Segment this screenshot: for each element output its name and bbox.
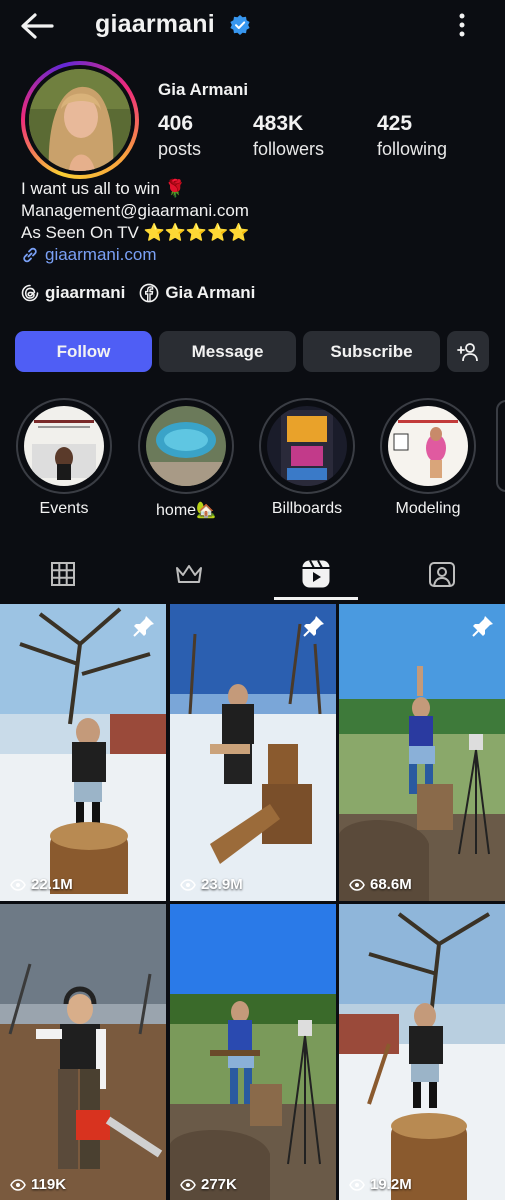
facebook-link[interactable]: Gia Armani (139, 283, 255, 303)
eye-icon (10, 878, 26, 891)
view-count-value: 22.1M (31, 876, 73, 893)
highlight-cover (388, 406, 468, 486)
view-count-value: 23.9M (201, 876, 243, 893)
stat-value: 406 (158, 112, 194, 135)
highlight-cover (24, 406, 104, 486)
highlight-home[interactable]: home🏡 (138, 398, 234, 520)
reel-thumbnail (170, 904, 336, 1200)
highlight-cover (267, 406, 347, 486)
posts-count[interactable]: 406 posts (158, 112, 201, 162)
social-links: giaarmani Gia Armani (21, 283, 255, 303)
reel-thumbnail (170, 604, 336, 901)
eye-icon (180, 878, 196, 891)
stat-label: followers (253, 139, 325, 159)
reel-thumbnail (339, 904, 505, 1200)
view-count-value: 277K (201, 1176, 237, 1193)
highlight-label: home🏡 (156, 502, 216, 519)
reel-tile[interactable]: 19.2M (339, 904, 505, 1200)
reel-thumbnail (0, 904, 166, 1200)
stat-value: 425 (377, 112, 413, 135)
suggested-accounts-button[interactable] (447, 331, 489, 372)
reel-tile[interactable]: 68.6M (339, 604, 505, 901)
reel-thumbnail (339, 604, 505, 901)
tab-subscriber-content[interactable] (147, 546, 231, 602)
threads-handle: giaarmani (45, 283, 126, 302)
highlight-label: Modeling (395, 500, 461, 517)
highlight-next-partial[interactable] (496, 400, 505, 492)
followers-count[interactable]: 483K followers (253, 112, 324, 162)
active-tab-indicator (274, 597, 358, 600)
top-bar: giaarmani (0, 0, 505, 52)
eye-icon (349, 1178, 365, 1191)
view-count: 19.2M (349, 1176, 412, 1193)
view-count: 22.1M (10, 876, 73, 893)
threads-link[interactable]: giaarmani (21, 283, 125, 303)
view-count: 68.6M (349, 876, 412, 893)
view-count-value: 119K (31, 1176, 67, 1193)
tab-reels[interactable] (274, 546, 358, 602)
profile-bio: I want us all to win 🌹 Management@giaarm… (21, 178, 249, 266)
pinned-icon (303, 616, 324, 637)
follow-button[interactable]: Follow (15, 331, 152, 372)
eye-icon (349, 878, 365, 891)
reels-grid: 22.1M 23.9M 68.6M 119K 277K 19.2M (0, 604, 505, 1200)
reel-thumbnail (0, 604, 166, 901)
highlight-billboards[interactable]: Billboards (259, 398, 355, 518)
threads-icon (21, 284, 39, 302)
tab-tagged[interactable] (400, 546, 484, 602)
stat-label: posts (158, 139, 202, 159)
view-count: 277K (180, 1176, 237, 1193)
stat-label: following (377, 139, 448, 159)
highlight-cover (146, 406, 226, 486)
facebook-name: Gia Armani (165, 283, 256, 302)
grid-icon (51, 562, 75, 586)
back-arrow-icon[interactable] (20, 12, 54, 40)
profile-display-name: Gia Armani (158, 80, 249, 99)
profile-avatar-story-ring[interactable] (21, 61, 139, 179)
avatar (29, 69, 131, 171)
bio-line: I want us all to win 🌹 (21, 179, 186, 198)
profile-username: giaarmani (95, 10, 215, 38)
message-button[interactable]: Message (159, 331, 296, 372)
view-count-value: 68.6M (370, 876, 412, 893)
highlight-label: Events (39, 500, 89, 517)
view-count-value: 19.2M (370, 1176, 412, 1193)
reel-tile[interactable]: 277K (170, 904, 336, 1200)
crown-icon (176, 565, 202, 583)
bio-line: As Seen On TV ⭐⭐⭐⭐⭐ (21, 223, 250, 242)
subscribe-button[interactable]: Subscribe (303, 331, 440, 372)
link-icon (23, 247, 37, 263)
highlight-modeling[interactable]: Modeling (380, 398, 476, 518)
reels-icon (302, 560, 330, 588)
bio-email: Management@giaarmani.com (21, 201, 249, 220)
facebook-icon (139, 283, 159, 303)
pinned-icon (472, 616, 493, 637)
view-count: 23.9M (180, 876, 243, 893)
view-count: 119K (10, 1176, 66, 1193)
website-url: giaarmani.com (45, 245, 157, 264)
more-options-icon[interactable] (452, 12, 472, 38)
eye-icon (10, 1178, 26, 1191)
bio-website-link[interactable]: giaarmani.com (21, 244, 249, 266)
highlight-label: Billboards (271, 500, 343, 517)
profile-tabs (0, 546, 505, 602)
add-person-icon (457, 342, 478, 361)
tagged-icon (429, 562, 455, 587)
reel-tile[interactable]: 23.9M (170, 604, 336, 901)
verified-badge-icon (230, 15, 250, 35)
following-count[interactable]: 425 following (377, 112, 447, 162)
highlight-events[interactable]: Events (16, 398, 112, 518)
pinned-icon (133, 616, 154, 637)
reel-tile[interactable]: 119K (0, 904, 166, 1200)
reel-tile[interactable]: 22.1M (0, 604, 166, 901)
eye-icon (180, 1178, 196, 1191)
tab-posts[interactable] (21, 546, 105, 602)
stat-value: 483K (253, 112, 304, 135)
